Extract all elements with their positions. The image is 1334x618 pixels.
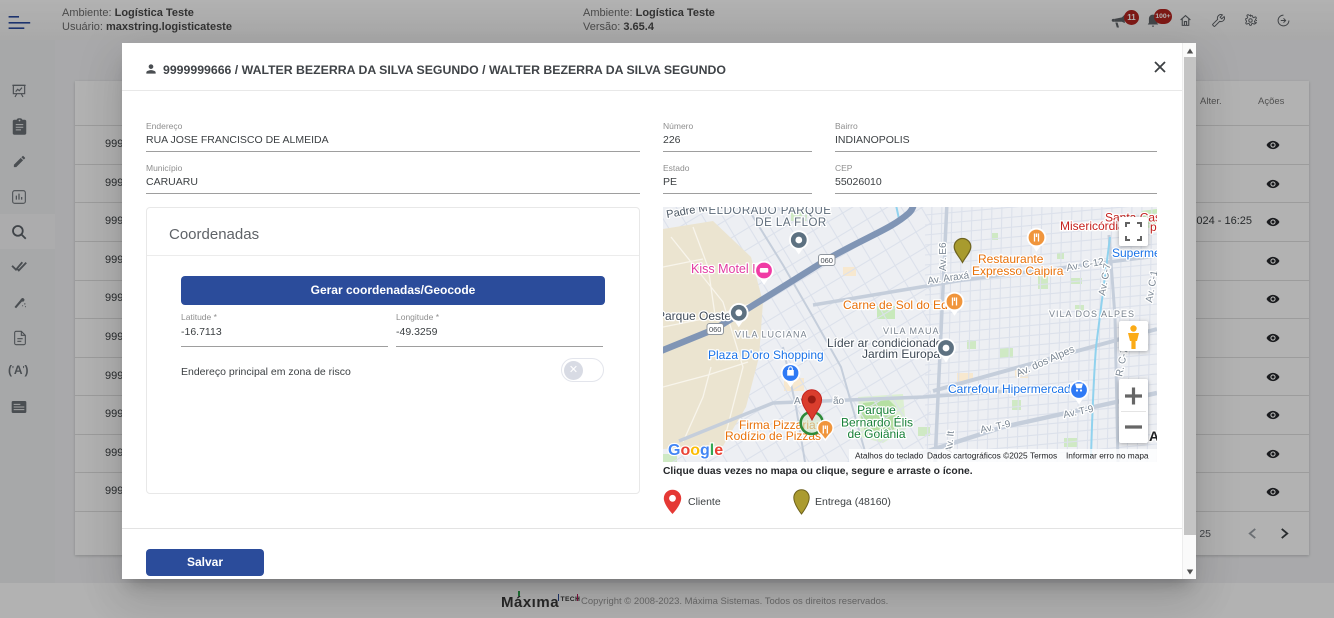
svg-text:Termos: Termos — [1030, 451, 1057, 461]
svg-text:Parque Oeste: Parque Oeste — [663, 309, 731, 323]
svg-text:R. C-7: R. C-7 — [1114, 347, 1131, 378]
svg-text:ELDORADO PARQUE: ELDORADO PARQUE — [709, 207, 832, 217]
svg-text:Informar erro no mapa: Informar erro no mapa — [1066, 451, 1149, 461]
svg-text:060: 060 — [709, 325, 722, 334]
svg-text:VILA DOS ALPES: VILA DOS ALPES — [1049, 309, 1135, 319]
svg-text:Av. Araxá: Av. Araxá — [927, 270, 970, 287]
svg-text:Av. dos Alpes: Av. dos Alpes — [1014, 343, 1076, 379]
svg-text:060: 060 — [820, 256, 833, 265]
svg-text:Av. T-9: Av. T-9 — [1062, 404, 1095, 421]
svg-text:Av. C-1: Av. C-1 — [1144, 269, 1157, 303]
svg-text:ão: ão — [833, 396, 845, 407]
svg-text:Jardim Europa: Jardim Europa — [862, 347, 940, 361]
svg-text:Dados cartográficos ©2025: Dados cartográficos ©2025 — [927, 451, 1028, 461]
svg-text:Av. T-9: Av. T-9 — [979, 419, 1012, 436]
svg-text:Supermerc: Supermerc — [1112, 246, 1157, 260]
svg-text:Expresso Caipira: Expresso Caipira — [972, 264, 1064, 278]
svg-text:Av. C-12: Av. C-12 — [1066, 256, 1106, 274]
svg-text:VILA LUCIANA: VILA LUCIANA — [735, 330, 808, 340]
svg-text:Kiss Motel II: Kiss Motel II — [691, 262, 759, 276]
svg-text:Carne de Sol do Edu: Carne de Sol do Edu — [843, 298, 954, 312]
svg-text:Plaza D'oro Shopping: Plaza D'oro Shopping — [708, 348, 824, 362]
svg-text:Av. E6: Av. E6 — [938, 242, 949, 271]
svg-text:pia: pia — [1150, 220, 1157, 234]
svg-text:A: A — [1149, 428, 1157, 444]
svg-text:Atalhos do teclado: Atalhos do teclado — [855, 451, 924, 461]
svg-text:Misericórdia: Misericórdia — [1060, 219, 1125, 233]
svg-text:Carrefour Hipermercado: Carrefour Hipermercado — [948, 382, 1078, 396]
svg-text:Google: Google — [668, 442, 723, 459]
svg-text:DE LA FLOR: DE LA FLOR — [755, 217, 826, 229]
svg-text:de Goiânia: de Goiânia — [847, 427, 905, 441]
svg-text:VILA MAUA: VILA MAUA — [883, 326, 940, 336]
